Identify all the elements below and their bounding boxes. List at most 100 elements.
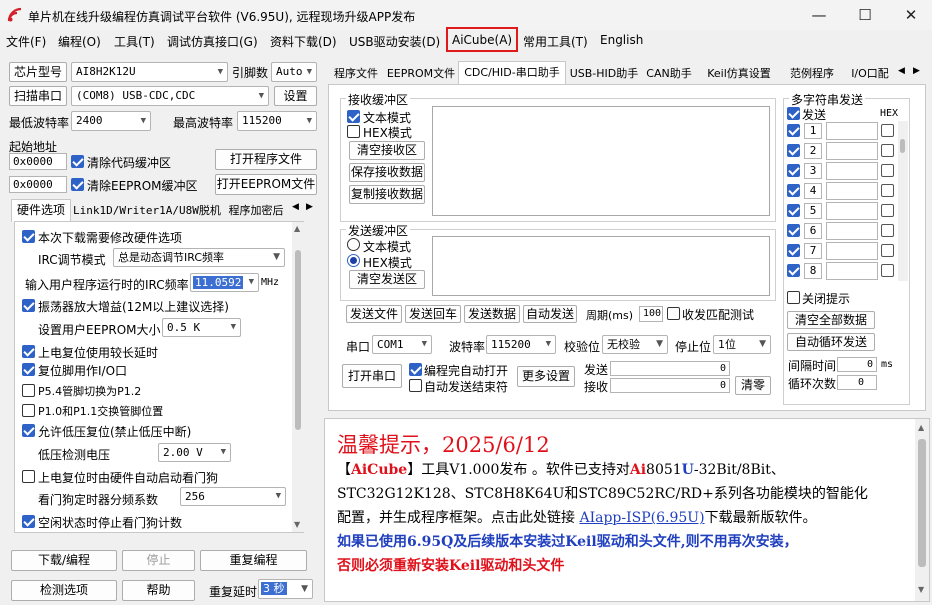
hw-watchdog-checkbox[interactable] [22, 470, 35, 483]
minimize-button[interactable]: — [796, 0, 842, 30]
eeprom-size-select[interactable]: 0.5 K ▼ [162, 318, 241, 337]
multi-row-send-button[interactable]: 7 [804, 243, 822, 259]
multi-row-hex-checkbox[interactable] [881, 164, 894, 177]
download-program-button[interactable]: 下载/编程 [11, 550, 117, 571]
multi-row-hex-checkbox[interactable] [881, 124, 894, 137]
multi-row-send-checkbox[interactable] [787, 124, 800, 137]
clear-eeprom-buffer-checkbox[interactable] [71, 178, 84, 191]
multi-row-send-button[interactable]: 8 [804, 263, 822, 279]
multi-row-send-checkbox[interactable] [787, 264, 800, 277]
min-baud-select[interactable]: 2400 ▼ [71, 111, 151, 131]
scan-port-button[interactable]: 扫描串口 [9, 86, 67, 106]
open-eeprom-file-button[interactable]: 打开EEPROM文件 [215, 174, 317, 195]
notice-scroll-up-icon[interactable]: ▲ [918, 423, 924, 432]
repeat-delay-select[interactable]: 3 秒 ▼ [258, 579, 313, 599]
long-reset-delay-checkbox[interactable] [22, 345, 35, 358]
send-data-button[interactable]: 发送数据 [464, 305, 520, 323]
multi-row-send-button[interactable]: 4 [804, 183, 822, 199]
close-tip-checkbox[interactable] [787, 291, 800, 304]
tab-program-file[interactable]: 程序文件 [328, 64, 384, 84]
close-button[interactable]: ✕ [888, 0, 932, 30]
serial-port-select[interactable]: COM1 ▼ [372, 335, 432, 354]
multi-row-hex-checkbox[interactable] [881, 264, 894, 277]
clear-code-buffer-checkbox[interactable] [71, 155, 84, 168]
tab-offline-writer[interactable]: Link1D/Writer1A/U8W脱机 [73, 201, 221, 221]
multi-row-input[interactable] [826, 262, 878, 280]
auto-send-terminator-checkbox[interactable] [409, 379, 422, 392]
p54-switch-checkbox[interactable] [22, 384, 35, 397]
auto-open-after-program-checkbox[interactable] [409, 363, 422, 376]
clear-all-data-button[interactable]: 清空全部数据 [787, 311, 875, 329]
scroll-down-icon[interactable]: ▼ [294, 520, 300, 529]
multi-row-send-button[interactable]: 1 [804, 123, 822, 139]
check-options-button[interactable]: 检测选项 [11, 580, 117, 601]
multi-string-scroll-thumb[interactable] [900, 139, 905, 153]
multi-row-input[interactable] [826, 222, 878, 240]
multi-row-send-checkbox[interactable] [787, 164, 800, 177]
multi-row-send-checkbox[interactable] [787, 184, 800, 197]
multi-row-send-button[interactable]: 2 [804, 143, 822, 159]
multi-row-hex-checkbox[interactable] [881, 244, 894, 257]
parity-select[interactable]: 无校验 ▼ [602, 335, 668, 354]
low-voltage-reset-checkbox[interactable] [22, 424, 35, 437]
multi-row-input[interactable] [826, 122, 878, 140]
multi-row-send-button[interactable]: 3 [804, 163, 822, 179]
idle-stop-watchdog-checkbox[interactable] [22, 515, 35, 528]
tab-io-config[interactable]: I/O口配 [844, 64, 896, 84]
multi-send-all-checkbox[interactable] [787, 107, 800, 120]
multi-row-send-button[interactable]: 5 [804, 203, 822, 219]
stop-bits-select[interactable]: 1位 ▼ [713, 335, 771, 354]
menu-usb-driver[interactable]: USB驱动安装(D) [349, 33, 440, 50]
send-textarea[interactable] [432, 236, 770, 296]
open-program-file-button[interactable]: 打开程序文件 [215, 149, 317, 170]
notice-scroll-down-icon[interactable]: ▼ [918, 585, 924, 594]
auto-loop-send-button[interactable]: 自动循环发送 [787, 333, 875, 351]
multi-row-hex-checkbox[interactable] [881, 144, 894, 157]
right-tab-scroll-left-icon[interactable]: ◀ [898, 66, 905, 76]
match-test-checkbox[interactable] [667, 307, 680, 320]
send-enter-button[interactable]: 发送回车 [405, 305, 461, 323]
tab-usb-hid[interactable]: USB-HID助手 [568, 64, 640, 84]
multi-row-send-checkbox[interactable] [787, 144, 800, 157]
clear-count-button[interactable]: 清零 [735, 376, 771, 395]
repeat-program-button[interactable]: 重复编程 [200, 550, 307, 571]
tab-program-encrypt[interactable]: 程序加密后 [222, 201, 290, 221]
watchdog-prescaler-select[interactable]: 256 ▼ [180, 487, 286, 506]
open-serial-port-button[interactable]: 打开串口 [342, 364, 402, 388]
recv-text-mode-checkbox[interactable] [347, 110, 360, 123]
multi-row-send-checkbox[interactable] [787, 224, 800, 237]
max-baud-select[interactable]: 115200 ▼ [237, 111, 317, 131]
multi-row-hex-checkbox[interactable] [881, 184, 894, 197]
period-input[interactable]: 100 [639, 306, 663, 322]
tab-cdc-hid-serial[interactable]: CDC/HID-串口助手 [458, 61, 566, 84]
chip-model-select[interactable]: AI8H2K12U ▼ [71, 62, 228, 82]
more-settings-button[interactable]: 更多设置 [517, 366, 575, 387]
menu-common-tools[interactable]: 常用工具(T) [523, 33, 588, 50]
send-file-button[interactable]: 发送文件 [346, 305, 402, 323]
settings-button[interactable]: 设置 [274, 86, 317, 106]
auto-send-button[interactable]: 自动发送 [523, 305, 577, 323]
hw-options-scroll-thumb[interactable] [295, 250, 301, 430]
multi-row-hex-checkbox[interactable] [881, 204, 894, 217]
send-text-mode-radio[interactable] [347, 238, 360, 251]
port-select[interactable]: (COM8) USB-CDC,CDC ▼ [71, 86, 269, 106]
clear-receive-button[interactable]: 清空接收区 [349, 141, 425, 160]
menu-debug[interactable]: 调试仿真接口(G) [167, 33, 258, 50]
eeprom-start-address-input[interactable]: 0x0000 [9, 176, 67, 193]
irc-frequency-select[interactable]: 11.0592 ▼ [190, 273, 259, 292]
chip-model-button[interactable]: 芯片型号 [9, 62, 67, 82]
lvd-voltage-select[interactable]: 2.00 V ▼ [158, 443, 231, 462]
recv-hex-mode-checkbox[interactable] [347, 125, 360, 138]
irc-mode-select[interactable]: 总是动态调节IRC频率 ▼ [113, 248, 285, 267]
tab-keil-settings[interactable]: Keil仿真设置 [700, 64, 778, 84]
stop-button[interactable]: 停止 [122, 550, 195, 571]
help-button[interactable]: 帮助 [122, 580, 195, 601]
reset-pin-io-checkbox[interactable] [22, 363, 35, 376]
pin-count-select[interactable]: Auto ▼ [271, 62, 317, 82]
baud-rate-select[interactable]: 115200 ▼ [486, 335, 556, 354]
send-hex-mode-radio[interactable] [347, 254, 360, 267]
notice-scroll-thumb[interactable] [918, 439, 926, 567]
isp-download-link[interactable]: AIapp-ISP(6.95U) [579, 510, 704, 526]
tab-scroll-left-icon[interactable]: ◀ [292, 202, 299, 212]
maximize-button[interactable]: ☐ [842, 0, 888, 30]
